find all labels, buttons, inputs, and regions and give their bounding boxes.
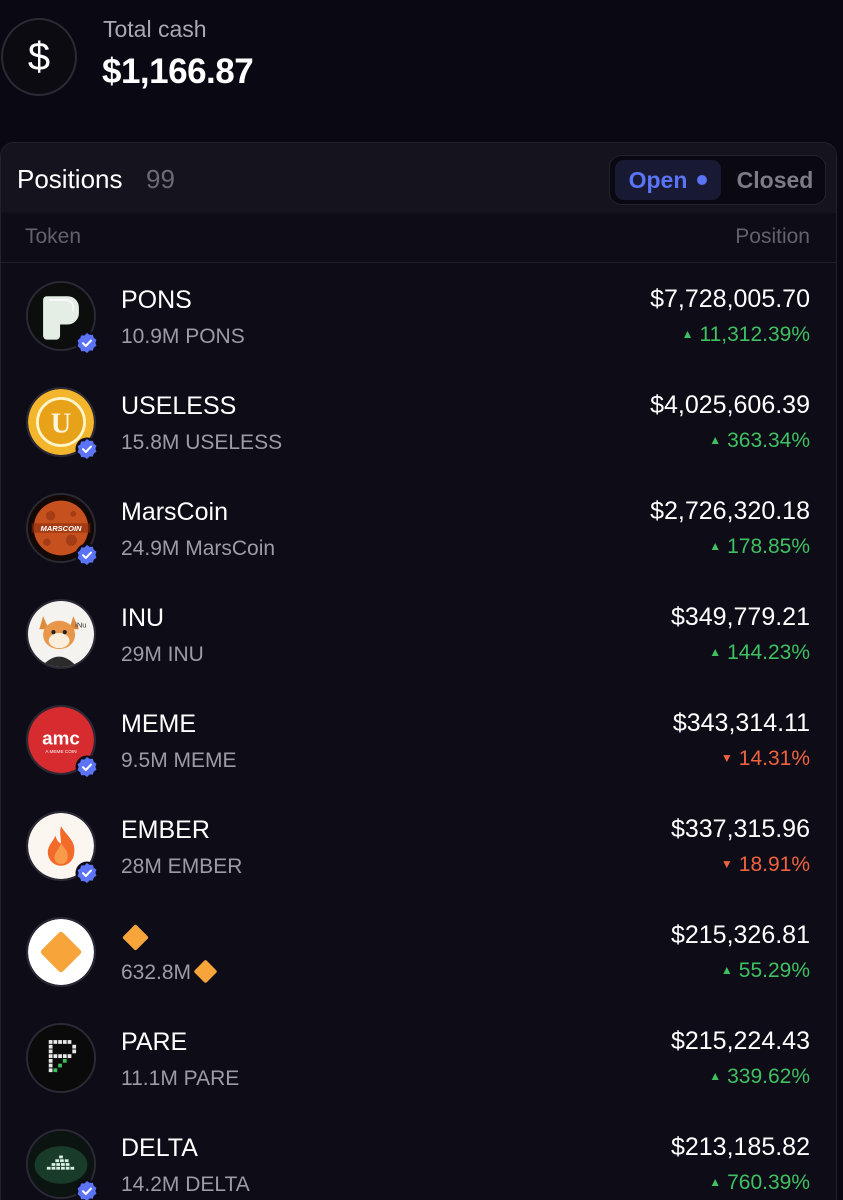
token-amount: 14.2M DELTA — [121, 1173, 250, 1196]
position-value: $7,728,005.70 — [650, 285, 810, 313]
token-amount: 24.9M MarsCoin — [121, 537, 276, 560]
tab-closed[interactable]: Closed — [728, 160, 822, 200]
position-value: $213,185.82 — [670, 1133, 810, 1161]
token-name: PARE — [121, 1028, 188, 1056]
position-value: $4,025,606.39 — [650, 391, 810, 419]
position-change: ▲ 339.62% — [709, 1065, 810, 1089]
token-amount: 15.8M USELESS — [121, 431, 283, 454]
useless-letter: U — [51, 408, 71, 439]
token-amount: 632.8M — [121, 959, 218, 985]
inu-text: iNu — [75, 620, 86, 629]
verified-badge-icon — [75, 861, 99, 885]
cash-header: $ Total cash $1,166.87 — [0, 0, 843, 130]
position-row[interactable]: EMBER 28M EMBER $337,315.96 ▼ 18.91% — [1, 794, 836, 900]
verified-badge-icon — [75, 1179, 99, 1200]
token-amount: 10.9M PONS — [121, 325, 245, 348]
marscoin-text: MARSCOIN — [40, 524, 82, 533]
positions-count: 99 — [146, 164, 175, 194]
up-arrow-icon: ▲ — [709, 1069, 722, 1083]
verified-badge-icon — [75, 331, 99, 355]
up-arrow-icon: ▲ — [681, 327, 694, 341]
position-row[interactable]: U USELESS 15.8M USELESS $4,025,606.39 ▲ 3… — [1, 370, 836, 476]
token-name: MEME — [121, 710, 196, 738]
down-arrow-icon: ▼ — [720, 751, 733, 765]
diamond-icon — [122, 924, 149, 951]
token-amount: 28M EMBER — [121, 855, 243, 878]
token-amount: 9.5M MEME — [121, 749, 237, 772]
change-percent: 363.34% — [727, 429, 810, 452]
dollar-icon: $ — [1, 18, 77, 96]
position-change: ▲ 11,312.39% — [682, 323, 810, 347]
open-closed-toggle: Open Closed — [609, 155, 826, 205]
position-row[interactable]: MARSCOIN MarsCoin 24.9M MarsCoin $2,726,… — [1, 476, 836, 582]
position-value: $215,326.81 — [670, 921, 810, 949]
position-row[interactable]: iNu INU 29M INU $349,779.21 ▲ 144.23% — [1, 582, 836, 688]
verified-badge-icon — [75, 755, 99, 779]
active-dot-icon — [697, 175, 708, 185]
verified-badge-icon — [75, 437, 99, 461]
diamond-icon — [193, 959, 218, 984]
position-value: $215,224.43 — [670, 1027, 810, 1055]
position-row[interactable]: PARE 11.1M PARE $215,224.43 ▲ 339.62% — [1, 1006, 836, 1112]
amc-text: amc — [42, 728, 80, 749]
tab-closed-label: Closed — [736, 166, 814, 193]
column-header-position: Position — [735, 225, 810, 248]
position-value: $337,315.96 — [670, 815, 810, 843]
down-arrow-icon: ▼ — [720, 857, 733, 871]
pare-logo-icon — [26, 1023, 96, 1093]
token-amount-text: 632.8M — [121, 961, 192, 984]
change-percent: 18.91% — [738, 853, 810, 876]
token-name: PONS — [121, 286, 192, 314]
up-arrow-icon: ▲ — [709, 645, 722, 659]
position-change: ▼ 14.31% — [721, 747, 810, 771]
token-name: USELESS — [121, 392, 237, 420]
diamond-logo-icon — [26, 917, 96, 987]
token-name: INU — [121, 604, 165, 632]
token-name — [121, 922, 149, 954]
change-percent: 178.85% — [727, 535, 810, 558]
token-name: DELTA — [121, 1134, 198, 1162]
position-change: ▲ 55.29% — [721, 959, 810, 983]
token-amount: 29M INU — [121, 643, 204, 666]
positions-list: PONS 10.9M PONS $7,728,005.70 ▲ 11,312.39… — [1, 264, 836, 1200]
position-change: ▲ 178.85% — [709, 535, 810, 559]
position-row[interactable]: DELTA 14.2M DELTA $213,185.82 ▲ 760.39% — [1, 1112, 836, 1200]
position-change: ▲ 760.39% — [709, 1171, 810, 1195]
up-arrow-icon: ▲ — [709, 539, 722, 553]
column-headers: Token Position — [1, 213, 836, 263]
positions-title: Positions — [17, 164, 123, 194]
up-arrow-icon: ▲ — [709, 1175, 722, 1189]
token-name: MarsCoin — [121, 498, 228, 526]
total-cash-label: Total cash — [103, 16, 207, 42]
position-value: $2,726,320.18 — [650, 497, 810, 525]
up-arrow-icon: ▲ — [720, 963, 733, 977]
change-percent: 55.29% — [738, 959, 810, 982]
position-row[interactable]: 632.8M $215,326.81 ▲ 55.29% — [1, 900, 836, 1006]
position-change: ▼ 18.91% — [721, 853, 810, 877]
position-value: $349,779.21 — [670, 603, 810, 631]
change-percent: 14.31% — [738, 747, 810, 770]
token-name: EMBER — [121, 816, 210, 844]
positions-card: Positions 99 Open Closed Token Position — [0, 142, 837, 1200]
positions-header: Positions 99 Open Closed — [1, 143, 836, 213]
position-row[interactable]: amc A MEME COIN MEME 9.5M MEME $343,314.… — [1, 688, 836, 794]
position-change: ▲ 363.34% — [709, 429, 810, 453]
change-percent: 760.39% — [727, 1171, 810, 1194]
up-arrow-icon: ▲ — [709, 433, 722, 447]
change-percent: 11,312.39% — [699, 323, 810, 346]
position-value: $343,314.11 — [672, 709, 810, 737]
change-percent: 339.62% — [727, 1065, 810, 1088]
total-cash-value: $1,166.87 — [102, 52, 254, 91]
position-row[interactable]: PONS 10.9M PONS $7,728,005.70 ▲ 11,312.39… — [1, 264, 836, 370]
position-change: ▲ 144.23% — [709, 641, 810, 665]
verified-badge-icon — [75, 543, 99, 567]
change-percent: 144.23% — [727, 641, 810, 664]
tab-open[interactable]: Open — [615, 160, 721, 200]
token-amount: 11.1M PARE — [121, 1067, 240, 1090]
column-header-token: Token — [25, 225, 82, 248]
tab-open-label: Open — [628, 166, 688, 193]
amc-subtext: A MEME COIN — [45, 749, 77, 754]
inu-logo-icon: iNu — [26, 599, 96, 669]
